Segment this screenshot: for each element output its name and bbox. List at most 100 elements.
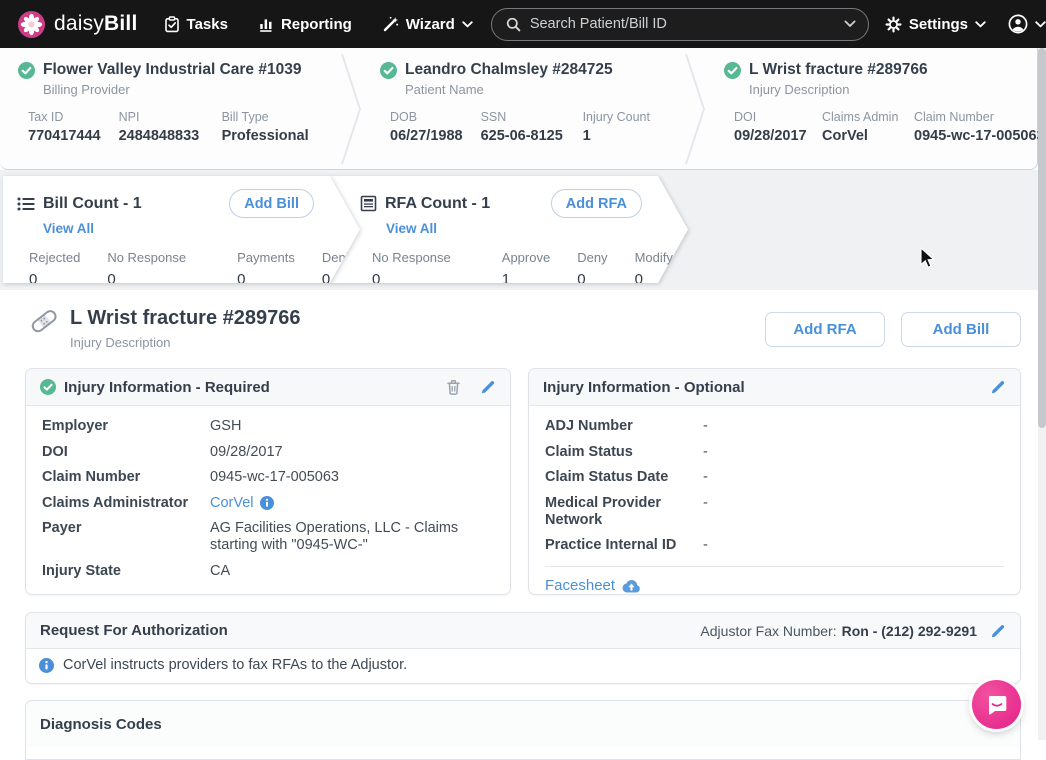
- injury-info-optional-panel: Injury Information - Optional ADJ Number…: [528, 368, 1021, 595]
- nav-account[interactable]: [1008, 14, 1046, 34]
- facesheet-link[interactable]: Facesheet: [545, 577, 615, 594]
- global-search[interactable]: [491, 8, 869, 41]
- clipboard-check-icon: [164, 16, 180, 33]
- stat-no-response: No Response 0: [107, 250, 186, 288]
- chevron-down-icon: [1035, 21, 1046, 28]
- magic-wand-icon: [382, 16, 399, 33]
- field-bill-type: Bill Type Professional: [222, 110, 309, 144]
- row-claim-number: Claim Number 0945-wc-17-005063: [42, 469, 494, 486]
- row-payer: Payer AG Facilities Operations, LLC - Cl…: [42, 520, 494, 554]
- rfa-count-panel: RFA Count - 1 Add RFA View All No Respon…: [330, 176, 688, 283]
- nav-settings[interactable]: Settings: [885, 16, 986, 33]
- scrollbar-track[interactable]: [1038, 48, 1046, 740]
- injury-info-required-panel: Injury Information - Required Employer G…: [25, 368, 511, 595]
- brand-wordmark: daisyBill: [54, 12, 138, 36]
- injury-section[interactable]: L Wrist fracture #289766 Injury Descript…: [706, 48, 1036, 169]
- stat-deny: Deny 0: [577, 250, 607, 288]
- stat-no-response: No Response 0: [372, 250, 451, 288]
- check-circle-icon: [724, 62, 741, 79]
- nav-reporting-label: Reporting: [281, 16, 352, 33]
- cloud-upload-icon[interactable]: [622, 579, 641, 593]
- gear-icon: [885, 16, 902, 33]
- add-rfa-button[interactable]: Add RFA: [765, 312, 885, 347]
- patient-section[interactable]: Leandro Chalmsley #284725 Patient Name D…: [362, 48, 684, 169]
- nav-reporting[interactable]: Reporting: [258, 16, 352, 33]
- nav-settings-label: Settings: [909, 16, 968, 33]
- search-dropdown-chevron-icon[interactable]: [844, 20, 856, 28]
- claim-summary-bar: Flower Valley Industrial Care #1039 Bill…: [0, 48, 1038, 170]
- nav-tasks[interactable]: Tasks: [164, 16, 228, 33]
- edit-pencil-icon[interactable]: [480, 379, 496, 395]
- request-for-authorization-section: Request For Authorization Adjustor Fax N…: [25, 612, 1021, 684]
- billing-provider-section[interactable]: Flower Valley Industrial Care #1039 Bill…: [0, 48, 340, 169]
- top-nav: daisyBill Tasks Reporting Wizard: [0, 0, 1046, 48]
- row-injury-state: Injury State CA: [42, 563, 494, 580]
- scrollbar-thumb[interactable]: [1038, 48, 1046, 428]
- bill-count-title: Bill Count - 1: [43, 195, 142, 213]
- patient-subtitle: Patient Name: [405, 82, 684, 97]
- field-doi: DOI 09/28/2017: [734, 110, 804, 144]
- panel-title: Injury Information - Required: [64, 379, 270, 396]
- nav-wizard[interactable]: Wizard: [382, 16, 473, 33]
- edit-pencil-icon[interactable]: [990, 623, 1006, 639]
- diagnosis-codes-section: Diagnosis Codes: [25, 700, 1021, 760]
- edit-pencil-icon[interactable]: [990, 379, 1006, 395]
- page-title: L Wrist fracture #289766: [70, 307, 301, 330]
- injury-title: L Wrist fracture #289766: [749, 61, 928, 79]
- search-icon: [506, 17, 521, 32]
- stat-rejected: Rejected 0: [29, 250, 80, 288]
- adjustor-fax-value: Ron - (212) 292-9291: [842, 623, 977, 639]
- counts-strip: Bill Count - 1 Add Bill View All Rejecte…: [0, 170, 1038, 290]
- diagnosis-section-title: Diagnosis Codes: [40, 716, 162, 733]
- info-icon: [39, 658, 54, 673]
- adjustor-fax-label: Adjustor Fax Number:: [700, 623, 836, 639]
- rfa-document-icon: [360, 195, 377, 212]
- page-subtitle: Injury Description: [70, 335, 301, 350]
- bill-view-all-link[interactable]: View All: [43, 221, 94, 236]
- main-content: L Wrist fracture #289766 Injury Descript…: [0, 290, 1038, 740]
- panel-title: Injury Information - Optional: [543, 379, 745, 396]
- add-bill-button[interactable]: Add Bill: [229, 189, 314, 218]
- row-practice-internal-id: Practice Internal ID -: [545, 537, 1004, 554]
- injury-subtitle: Injury Description: [749, 82, 1036, 97]
- search-input[interactable]: [530, 16, 844, 32]
- field-claim-number: Claim Number 0945-wc-17-005063: [914, 110, 1045, 144]
- add-rfa-button[interactable]: Add RFA: [551, 189, 642, 218]
- nav-wizard-label: Wizard: [406, 16, 455, 33]
- injury-page-header: L Wrist fracture #289766 Injury Descript…: [30, 307, 301, 350]
- chevron-down-icon: [462, 21, 473, 28]
- divider: [545, 566, 1004, 567]
- field-claims-admin: Claims Admin CorVel: [822, 110, 896, 144]
- chat-bubble-icon: [985, 693, 1009, 717]
- user-avatar-icon: [1008, 14, 1028, 34]
- field-dob: DOB 06/27/1988: [390, 110, 463, 144]
- daisybill-logo[interactable]: daisyBill: [0, 11, 138, 38]
- field-injury-count: Injury Count 1: [583, 110, 650, 144]
- section-divider: [684, 48, 706, 169]
- stat-approve: Approve 1: [502, 250, 550, 288]
- chat-launcher-button[interactable]: [972, 680, 1021, 729]
- daisy-flower-icon: [18, 11, 45, 38]
- patient-title: Leandro Chalmsley #284725: [405, 61, 613, 79]
- rfa-count-title: RFA Count - 1: [385, 195, 490, 213]
- stat-payments: Payments 0: [237, 250, 295, 288]
- rfa-instruction-note: CorVel instructs providers to fax RFAs t…: [63, 657, 407, 673]
- section-divider: [340, 48, 362, 169]
- bill-list-icon: [17, 196, 35, 212]
- bar-chart-icon: [258, 16, 274, 32]
- billing-provider-title: Flower Valley Industrial Care #1039: [43, 61, 301, 79]
- check-circle-icon: [18, 62, 35, 79]
- field-ssn: SSN 625-06-8125: [481, 110, 565, 144]
- info-icon[interactable]: [260, 496, 274, 510]
- corvel-link[interactable]: CorVel: [210, 495, 254, 512]
- bandage-icon: [30, 307, 58, 335]
- row-claims-administrator: Claims Administrator CorVel: [42, 495, 494, 512]
- field-npi: NPI 2484848833: [119, 110, 204, 144]
- row-claim-status-date: Claim Status Date -: [545, 469, 1004, 486]
- stat-denials: Denials 0: [322, 250, 365, 288]
- field-tax-id: Tax ID 770417444: [28, 110, 101, 144]
- row-medical-provider-network: Medical Provider Network -: [545, 495, 1004, 529]
- add-bill-button[interactable]: Add Bill: [901, 312, 1021, 347]
- trash-icon[interactable]: [446, 379, 461, 395]
- rfa-view-all-link[interactable]: View All: [386, 221, 437, 236]
